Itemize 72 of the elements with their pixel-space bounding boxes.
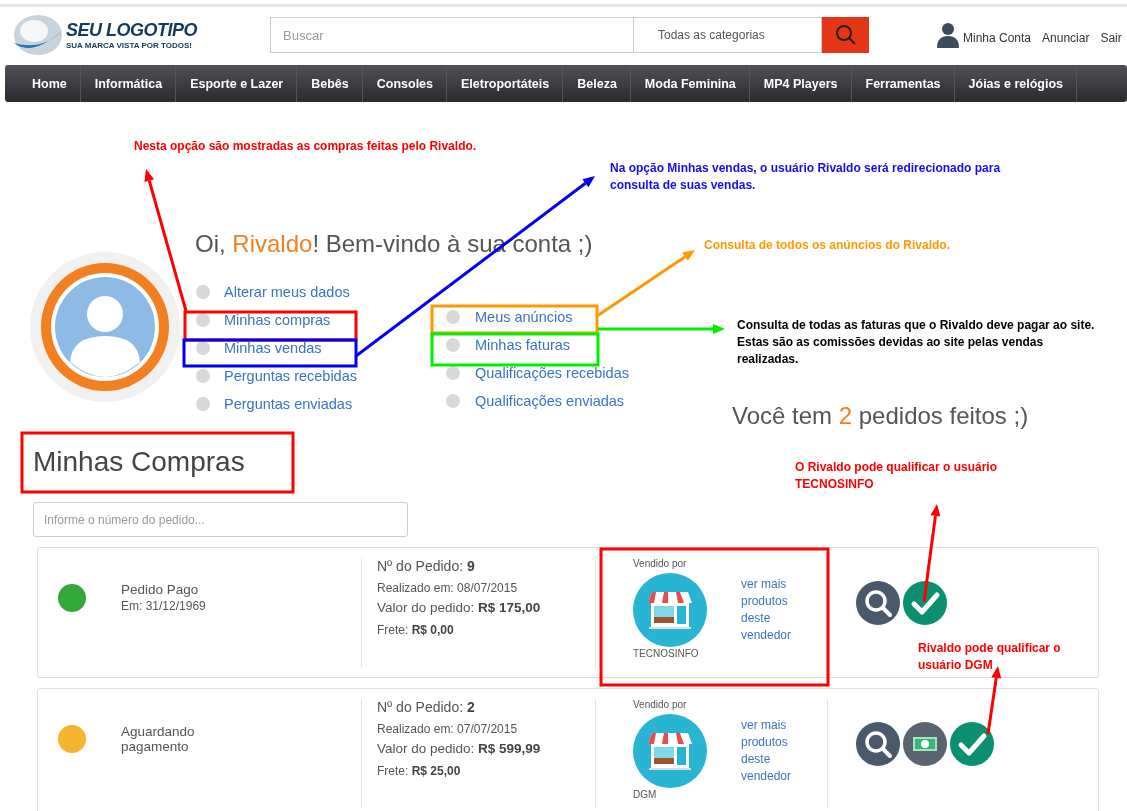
search-icon [834, 24, 857, 46]
nav-item[interactable]: Eletroportáteis [447, 65, 564, 102]
welcome-heading: Oi, Rivaldo! Bem-vindo à sua conta ;) [195, 229, 593, 259]
sold-by-label: Vendido por [633, 699, 688, 710]
account-link[interactable]: Sair [1100, 31, 1122, 45]
account-link[interactable]: Minha Conta [963, 31, 1032, 45]
status-text: Pedido Pago [121, 582, 200, 597]
status-date: Em: 31/12/1969 [121, 599, 207, 613]
menu-link[interactable]: Minhas compras [224, 312, 331, 328]
logo-tagline: SUA MARCA VISTA POR TODOS! [66, 41, 193, 50]
annotation-note: Rivaldo pode qualificar o usuário DGM [918, 640, 1062, 674]
nav-item[interactable]: MP4 Players [749, 65, 852, 102]
globe-logo-icon [12, 13, 64, 57]
annotation-note: Na opção Minhas vendas, o usuário Rivaldo será redirecionado para consulta de suas vendas. [610, 160, 1002, 194]
order-value: Valor do pedido: R$ 599,99 [377, 741, 542, 756]
menu-link[interactable]: Minhas faturas [475, 337, 571, 353]
section-heading: Minhas Compras [33, 445, 245, 479]
order-number: Nº do Pedido: 2 [377, 699, 476, 715]
bullet-icon [196, 285, 210, 299]
seller-products-link[interactable]: ver mais produtos deste vendedor [741, 576, 801, 644]
order-date: Realizado em: 08/07/2015 [377, 581, 519, 595]
logo-title: SEU LOGOTIPO [66, 20, 197, 41]
annotation-note: O Rivaldo pode qualificar o usuário TECNOSINFO [795, 459, 999, 493]
seller-name: TECNOSINFO [633, 648, 700, 659]
search-field[interactable]: Buscar [270, 17, 633, 53]
search-button[interactable] [856, 721, 900, 766]
search-button[interactable] [822, 17, 869, 53]
store-icon [633, 573, 707, 647]
nav-item[interactable]: Beleza [563, 65, 631, 102]
nav-item[interactable]: Home [5, 65, 81, 102]
rate-button[interactable] [950, 721, 994, 766]
order-freight: Frete: R$ 25,00 [377, 764, 462, 778]
nav-item[interactable]: Jóias e relógios [954, 65, 1078, 102]
bullet-icon [196, 397, 210, 411]
pay-button[interactable] [903, 721, 947, 766]
order-value: Valor do pedido: R$ 175,00 [377, 600, 542, 615]
account-link[interactable]: Anunciar [1042, 31, 1090, 45]
menu-link[interactable]: Perguntas enviadas [224, 396, 353, 412]
nav-item[interactable]: Moda Feminina [630, 65, 750, 102]
nav-item[interactable]: Ferramentas [851, 65, 955, 102]
rate-button[interactable] [903, 580, 947, 625]
nav-item[interactable]: Consoles [362, 65, 447, 102]
menu-link[interactable]: Meus anúncios [475, 309, 573, 325]
order-search-field[interactable]: Informe o número do pedido... [33, 502, 408, 537]
menu-link[interactable]: Alterar meus dados [224, 284, 350, 300]
order-freight: Frete: R$ 0,00 [377, 623, 455, 637]
user-icon [936, 22, 960, 48]
store-icon [633, 714, 707, 788]
annotation-note: Consulta de todas as faturas que o Rivaldo deve pagar ao site. Estas são as comissões devidas ao site pelas vendas realizadas. [737, 317, 1096, 368]
bullet-icon [446, 310, 460, 324]
bullet-icon [196, 369, 210, 383]
menu-link[interactable]: Qualificações recebidas [475, 365, 629, 381]
order-number: Nº do Pedido: 9 [377, 558, 476, 574]
seller-name: DGM [633, 789, 658, 800]
menu-link[interactable]: Qualificações enviadas [475, 393, 625, 409]
menu-link[interactable]: Minhas vendas [224, 340, 322, 356]
search-button[interactable] [856, 580, 900, 625]
category-dropdown[interactable]: Todas as categorias [633, 17, 822, 53]
nav-item[interactable]: Esporte e Lazer [176, 65, 298, 102]
nav-item[interactable]: Bebês [297, 65, 363, 102]
menu-link[interactable]: Perguntas recebidas [224, 368, 357, 384]
annotation-note: Consulta de todos os anúncios do Rivaldo. [704, 237, 951, 254]
banknote-icon [913, 736, 937, 751]
bullet-icon [446, 338, 460, 352]
seller-products-link[interactable]: ver mais produtos deste vendedor [741, 717, 801, 785]
orders-summary: Você tem 2 pedidos feitos ;) [732, 402, 1029, 430]
order-date: Realizado em: 07/07/2015 [377, 722, 519, 736]
nav-item[interactable]: Informática [80, 65, 177, 102]
annotation-note: Nesta opção são mostradas as compras feitas pelo Rivaldo. [134, 138, 477, 155]
bullet-icon [446, 394, 460, 408]
sold-by-label: Vendido por [633, 558, 688, 569]
status-text: Aguardando pagamento [121, 723, 196, 754]
